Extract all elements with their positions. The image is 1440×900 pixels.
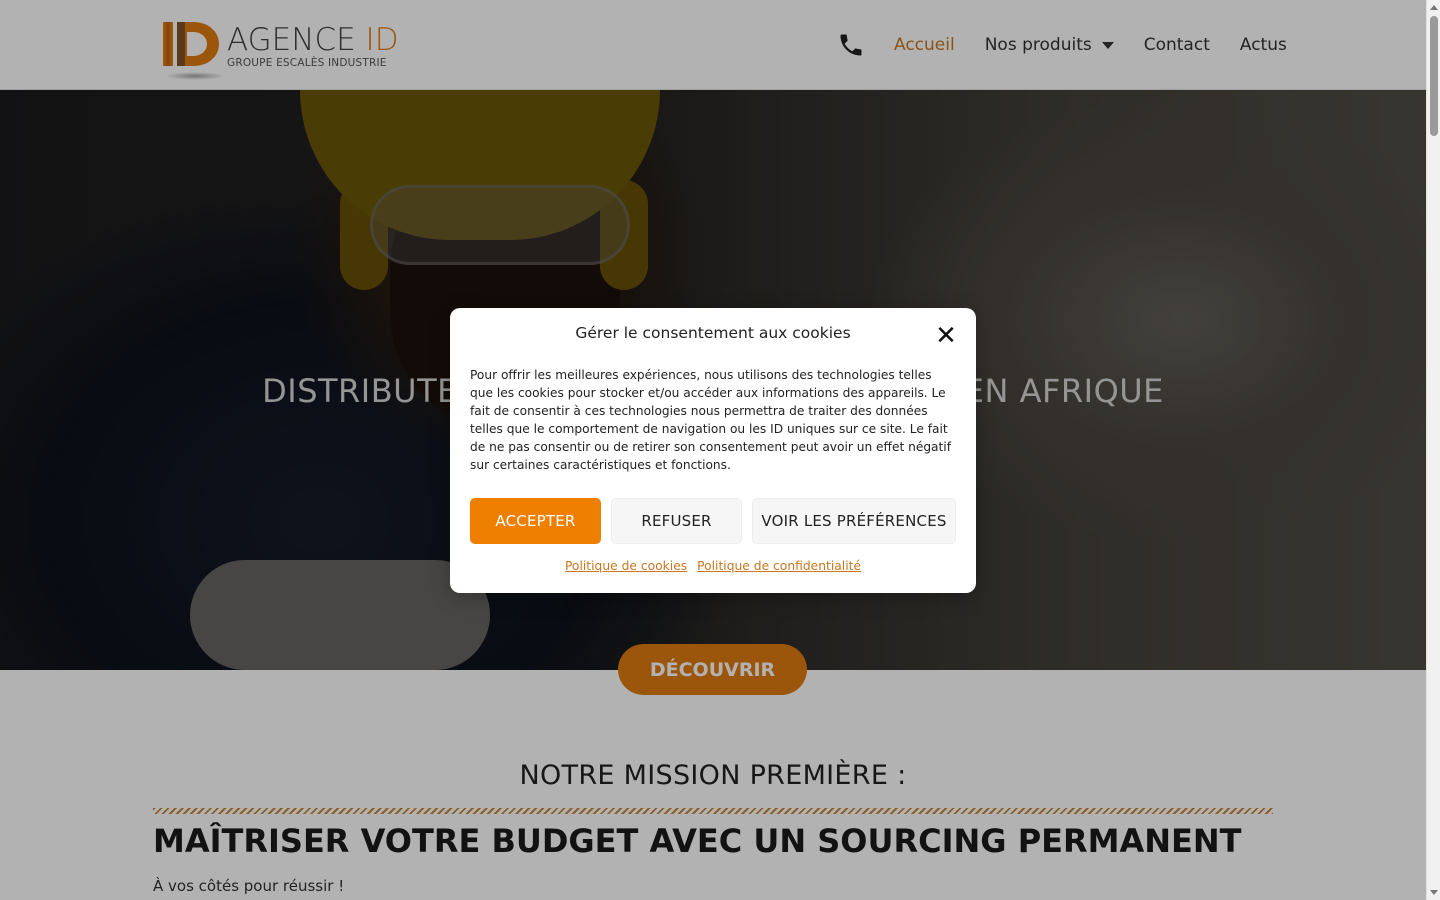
nav-label: Accueil [894,35,955,55]
logo-name: AGENCE ID [227,22,399,58]
nav-item-contact[interactable]: Contact [1144,35,1210,55]
refuse-button[interactable]: REFUSER [611,498,742,544]
main-nav: Accueil Nos produits Contact Actus [836,30,1287,60]
nav-label: Nos produits [984,35,1092,55]
nav-label: Actus [1239,35,1287,55]
nav-label: Contact [1143,35,1210,55]
mission-title: NOTRE MISSION PREMIÈRE : [519,760,907,791]
logo-name-id: ID [355,22,399,58]
chevron-down-icon [1101,41,1114,49]
discover-button[interactable]: DÉCOUVRIR [618,644,807,695]
page: AGENCE ID GROUPE ESCALÈS INDUSTRIE Accue… [0,0,1440,900]
privacy-policy-link[interactable]: Politique de confidentialité [697,559,861,573]
phone-icon[interactable] [836,30,866,60]
page-scrollbar[interactable] [1426,0,1440,900]
logo[interactable]: AGENCE ID GROUPE ESCALÈS INDUSTRIE [163,20,423,82]
nav-item-nos-produits[interactable]: Nos produits [985,35,1114,55]
scrollbar-thumb[interactable] [1430,16,1438,136]
site-header: AGENCE ID GROUPE ESCALÈS INDUSTRIE Accue… [0,0,1426,90]
scroll-down-icon[interactable] [1430,890,1438,895]
logo-shadow [165,72,225,80]
section-subline: À vos côtés pour réussir ! [153,877,345,895]
nav-item-accueil[interactable]: Accueil [894,35,955,55]
scroll-up-icon[interactable] [1430,5,1438,10]
nav-item-actus[interactable]: Actus [1240,35,1287,55]
section-divider [153,808,1273,814]
section-headline: MAÎTRISER VOTRE BUDGET AVEC UN SOURCING … [153,822,1242,860]
close-icon[interactable]: ✕ [934,323,958,349]
modal-title: Gérer le consentement aux cookies [575,324,851,342]
logo-name-text: AGENCE [227,22,356,58]
policy-links: Politique de cookies Politique de confid… [450,559,976,573]
accept-button[interactable]: ACCEPTER [470,498,601,544]
cookie-policy-link[interactable]: Politique de cookies [565,559,687,573]
logo-tagline: GROUPE ESCALÈS INDUSTRIE [227,57,387,69]
cookie-consent-modal: Gérer le consentement aux cookies ✕ Pour… [450,308,976,593]
modal-body: Pour offrir les meilleures expériences, … [470,368,951,472]
preferences-button[interactable]: VOIR LES PRÉFÉRENCES [752,498,956,544]
logo-mark-icon [163,22,219,66]
